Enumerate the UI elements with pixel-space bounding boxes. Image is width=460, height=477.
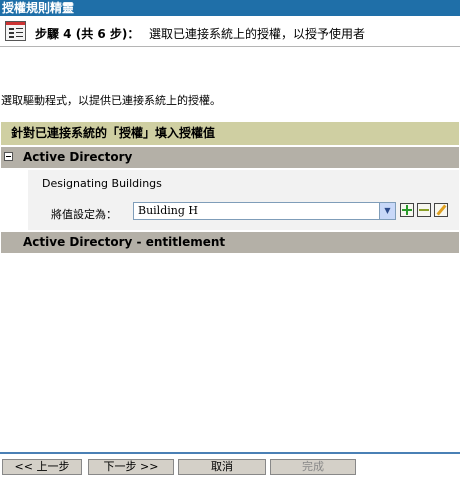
- collapse-minus-icon[interactable]: [4, 152, 13, 161]
- entitlement-value-select[interactable]: Building H ▼: [133, 202, 396, 220]
- step-description: 選取已連接系統上的授權，以授予使用者: [149, 27, 366, 41]
- section-entitlement-title: Active Directory - entitlement: [23, 235, 226, 249]
- next-button[interactable]: 下一步 >>: [88, 459, 174, 475]
- cancel-button[interactable]: 取消: [178, 459, 266, 475]
- footer-divider: [0, 452, 460, 454]
- panel-header: 針對已連接系統的「授權」填入授權值: [1, 122, 459, 145]
- step-header: 步驟 4 (共 6 步)： 選取已連接系統上的授權，以授予使用者: [0, 17, 460, 47]
- instructions-text: 選取驅動程式，以提供已連接系統上的授權。: [1, 94, 221, 107]
- step-label: 步驟 4 (共 6 步)：: [35, 27, 140, 41]
- chevron-down-icon[interactable]: ▼: [379, 203, 395, 219]
- value-label: 將值設定為：: [51, 208, 117, 221]
- wizard-step-icon: [5, 21, 26, 41]
- selected-value: Building H: [138, 204, 198, 217]
- section-active-directory-header[interactable]: Active Directory: [1, 147, 459, 168]
- section-active-directory-title: Active Directory: [23, 150, 133, 164]
- entitlement-name: Designating Buildings: [42, 177, 162, 190]
- add-icon[interactable]: [400, 203, 414, 217]
- window-title: 授權規則精靈: [0, 0, 460, 16]
- edit-icon[interactable]: [434, 203, 448, 217]
- section-active-directory-body: Designating Buildings 將值設定為： Building H …: [1, 170, 459, 230]
- remove-icon[interactable]: [417, 203, 431, 217]
- back-button[interactable]: << 上一步: [2, 459, 82, 475]
- finish-button[interactable]: 完成: [270, 459, 356, 475]
- section-entitlement-header[interactable]: Active Directory - entitlement: [1, 232, 459, 253]
